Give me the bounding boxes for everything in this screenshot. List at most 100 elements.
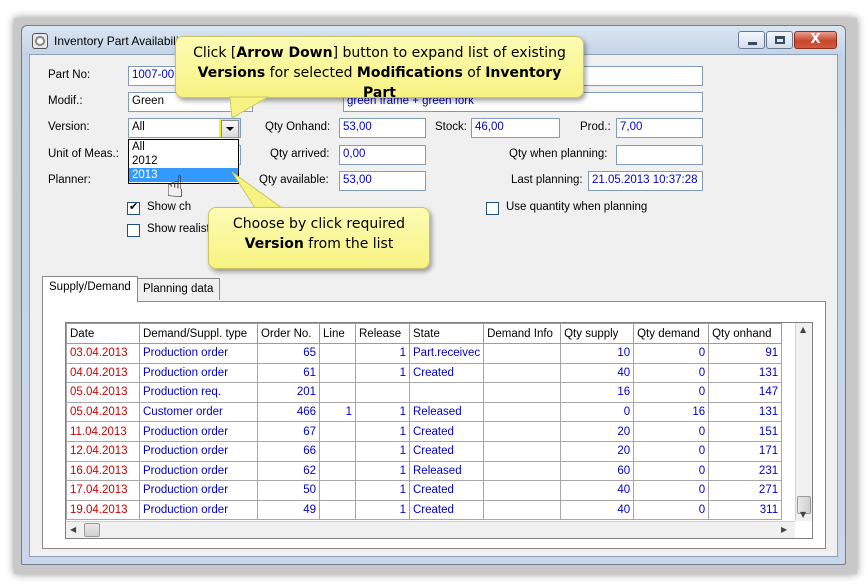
col-state[interactable]: State (408, 323, 485, 344)
callout-top-text-1a: Click [ (193, 45, 237, 61)
choose-version-callout: Choose by click required Version from th… (208, 207, 430, 269)
planner-label: Planner: (48, 174, 91, 186)
grid-header-row: Date Demand/Suppl. type Order No. Line R… (66, 323, 783, 344)
minimize-icon (748, 42, 757, 45)
close-button[interactable]: X (794, 31, 837, 49)
table-cell: 147 (708, 382, 783, 403)
table-row[interactable]: 05.04.2013 Customer order 466 1 1 Released 0 16… (66, 401, 783, 423)
table-cell (483, 362, 562, 384)
table-cell: 131 (708, 362, 783, 384)
table-cell (355, 382, 410, 403)
table-cell: 66 (257, 440, 320, 462)
table-cell: 03.04.2013 (66, 343, 140, 364)
window-controls: X (738, 31, 837, 49)
scroll-right-icon[interactable]: ▶ (781, 525, 787, 534)
table-cell: Part.receivec (408, 343, 485, 364)
table-row[interactable]: 12.04.2013 Production order 66 1 Created 20 0 1… (66, 440, 783, 462)
table-cell (483, 440, 562, 462)
minimize-button[interactable] (738, 31, 765, 49)
table-row[interactable]: 16.04.2013 Production order 62 1 Released 60 0… (66, 460, 783, 482)
tab-planning-data[interactable]: Planning data (136, 278, 221, 300)
scroll-down-icon[interactable]: ▼ (800, 510, 806, 519)
unit-of-meas-label: Unit of Meas.: (48, 148, 119, 160)
table-cell: 1 (355, 440, 410, 462)
table-cell: 40 (560, 480, 635, 501)
last-planning-label: Last planning: (511, 174, 583, 186)
col-qty-onhand[interactable]: Qty onhand (708, 323, 783, 344)
table-cell: Created (408, 362, 485, 384)
scroll-left-icon[interactable]: ◀ (70, 525, 76, 534)
table-cell: 40 (560, 362, 635, 384)
inventory-part-availability-window: Inventory Part Availability X Part No: M… (21, 25, 846, 565)
table-cell: 16 (633, 401, 710, 423)
table-row[interactable]: 04.04.2013 Production order 61 1 Created 40 0 1… (66, 362, 783, 384)
table-cell: 05.04.2013 (66, 382, 140, 403)
use-qty-planning-label: Use quantity when planning (506, 201, 648, 213)
version-arrow-down-button[interactable] (219, 119, 240, 137)
col-line[interactable]: Line (319, 323, 356, 344)
table-row[interactable]: 05.04.2013 Production req. 201 16 0 147 (66, 382, 783, 403)
maximize-button[interactable] (766, 31, 793, 49)
col-demand-suppl-type[interactable]: Demand/Suppl. type (139, 323, 258, 344)
qty-when-planning-field[interactable] (616, 145, 703, 165)
table-cell: 1 (355, 460, 410, 482)
table-cell: 10 (560, 343, 635, 364)
supply-demand-grid[interactable]: Date Demand/Suppl. type Order No. Line R… (65, 322, 813, 539)
table-cell: 201 (257, 382, 320, 403)
version-option-all[interactable]: All (129, 140, 238, 154)
show-ch-checkbox[interactable] (127, 200, 140, 215)
table-cell: 19.04.2013 (66, 499, 140, 521)
table-cell: 0 (633, 382, 710, 403)
table-row[interactable]: 19.04.2013 Production order 49 1 Created 40 0 3… (66, 499, 783, 521)
table-row[interactable]: 03.04.2013 Production order 65 1 Part.receiv… (66, 343, 783, 364)
supply-demand-panel: Date Demand/Suppl. type Order No. Line R… (42, 301, 826, 549)
prod-label: Prod.: (580, 121, 611, 133)
grid-horizontal-scrollbar[interactable]: ◀ ▶ (66, 521, 795, 538)
tab-supply-demand[interactable]: Supply/Demand (42, 276, 138, 302)
table-cell (483, 421, 562, 442)
modif-label: Modif.: (48, 95, 83, 107)
callout-top-text-2a: Versions (197, 65, 266, 81)
table-cell: Production order (139, 440, 258, 462)
table-cell: 62 (257, 460, 320, 482)
table-cell: Released (408, 460, 485, 482)
table-cell (319, 382, 356, 403)
table-cell: 151 (708, 421, 783, 442)
callout-top-text-2b: for selected (265, 65, 357, 81)
col-date[interactable]: Date (66, 323, 140, 344)
use-qty-planning-checkbox[interactable] (486, 202, 499, 215)
table-cell: Created (408, 499, 485, 521)
col-qty-demand[interactable]: Qty demand (633, 323, 710, 344)
col-release[interactable]: Release (355, 323, 410, 344)
scroll-up-icon[interactable]: ▲ (800, 325, 806, 334)
table-cell (319, 460, 356, 482)
table-cell: 131 (708, 401, 783, 423)
qty-onhand-field: 53,00 (339, 118, 426, 138)
show-realist-checkbox[interactable] (127, 224, 140, 237)
table-cell: 65 (257, 343, 320, 364)
table-cell (483, 401, 562, 423)
table-cell (319, 421, 356, 442)
col-order-no[interactable]: Order No. (257, 323, 320, 344)
table-row[interactable]: 11.04.2013 Production order 67 1 Created 20 0 1… (66, 421, 783, 442)
table-cell: Production order (139, 362, 258, 384)
col-qty-supply[interactable]: Qty supply (560, 323, 635, 344)
horizontal-scroll-thumb[interactable] (84, 523, 100, 537)
window-title: Inventory Part Availability (54, 34, 188, 48)
table-cell: 16 (560, 382, 635, 403)
grid-vertical-scrollbar[interactable]: ▲ ▼ (795, 323, 812, 521)
table-cell: 11.04.2013 (66, 421, 140, 442)
table-cell (319, 440, 356, 462)
table-cell (319, 480, 356, 501)
table-cell: 0 (633, 499, 710, 521)
table-cell (483, 460, 562, 482)
qty-arrived-label: Qty arrived: (270, 148, 330, 160)
table-cell: 1 (355, 401, 410, 423)
show-realist-label: Show realist (147, 223, 210, 235)
table-cell: 171 (708, 440, 783, 462)
col-demand-info[interactable]: Demand Info (483, 323, 562, 344)
table-cell: 05.04.2013 (66, 401, 140, 423)
table-row[interactable]: 17.04.2013 Production order 50 1 Created 40 0 2… (66, 480, 783, 501)
version-option-2012[interactable]: 2012 (129, 154, 238, 168)
version-combo[interactable]: All (128, 118, 241, 138)
